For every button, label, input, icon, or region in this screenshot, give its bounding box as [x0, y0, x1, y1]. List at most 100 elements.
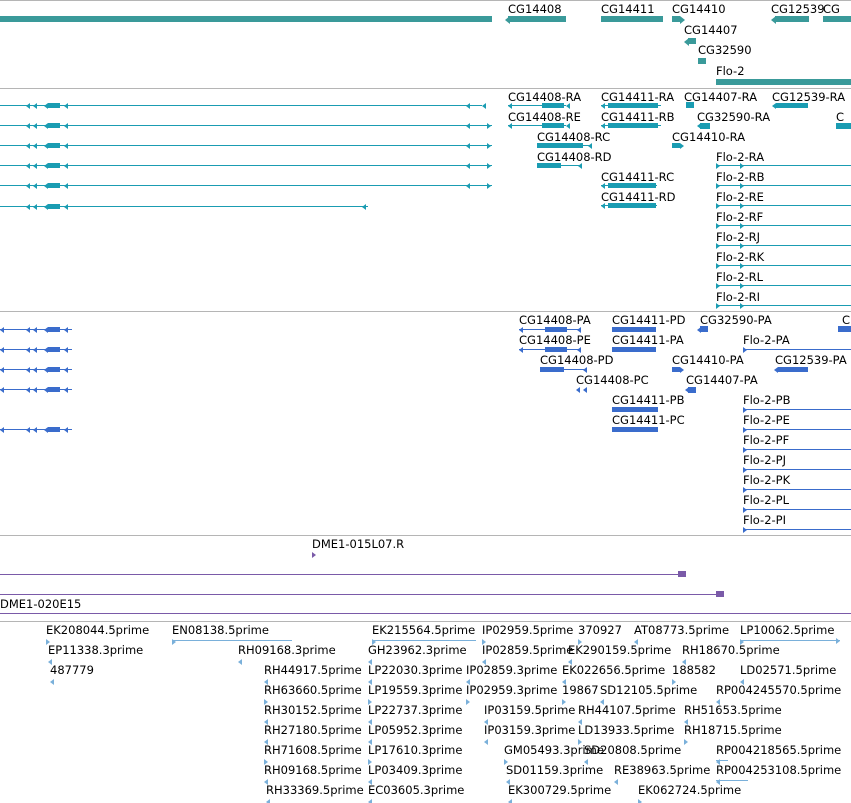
feature-intron-line[interactable] — [716, 205, 851, 206]
est-label[interactable]: LD02571.5prime — [740, 663, 836, 677]
protein-label[interactable]: CG14408-PC — [576, 373, 649, 387]
exon-bar[interactable] — [612, 407, 658, 412]
exon-bar[interactable] — [672, 367, 680, 372]
est-label[interactable]: 19867 — [562, 683, 599, 697]
est-label[interactable]: LP19559.3prime — [368, 683, 462, 697]
transcript-label[interactable]: CG14408-RC — [537, 130, 610, 144]
feature-intron-line[interactable] — [743, 349, 851, 350]
est-label[interactable]: RP004245570.5prime — [716, 683, 841, 697]
est-label[interactable]: RH27180.5prime — [264, 723, 362, 737]
protein-label[interactable]: C — [842, 313, 850, 327]
exon-bar[interactable] — [48, 347, 60, 352]
feature-intron-line[interactable] — [743, 429, 851, 430]
feature-intron-line[interactable] — [0, 165, 492, 166]
transcript-label[interactable]: CG12539-RA — [772, 90, 845, 104]
est-label[interactable]: EN08138.5prime — [172, 623, 269, 637]
feature-intron-line[interactable] — [601, 205, 657, 206]
est-label[interactable]: 370927 — [578, 623, 622, 637]
feature-intron-line[interactable] — [0, 594, 720, 595]
feature-intron-line[interactable] — [743, 409, 851, 410]
est-label[interactable]: 487779 — [50, 663, 94, 677]
est-label[interactable]: EC03605.3prime — [368, 783, 464, 797]
est-label[interactable]: RP004253108.5prime — [716, 763, 841, 777]
est-label[interactable]: IP02959.5prime — [482, 623, 573, 637]
transcript-label[interactable]: CG14408-RD — [537, 150, 612, 164]
exon-bar[interactable] — [48, 327, 60, 332]
gene-bar[interactable] — [823, 16, 851, 22]
est-label[interactable]: RH09168.5prime — [264, 763, 362, 777]
feature-intron-line[interactable] — [743, 509, 851, 510]
transcript-label[interactable]: CG14411-RB — [601, 110, 675, 124]
feature-intron-line[interactable] — [716, 285, 851, 286]
protein-label[interactable]: CG14408-PA — [519, 313, 591, 327]
est-label[interactable]: IP03159.5prime — [484, 703, 575, 717]
gene-bar[interactable] — [698, 58, 706, 64]
transcript-label[interactable]: Flo-2-RK — [716, 250, 764, 264]
feature-intron-line[interactable] — [0, 105, 482, 106]
transcript-label[interactable]: CG32590-RA — [697, 110, 770, 124]
est-label[interactable]: RH09168.3prime — [238, 643, 336, 657]
feature-intron-line[interactable] — [601, 125, 661, 126]
exon-bar[interactable] — [545, 347, 567, 352]
transcript-label[interactable]: CG14407-RA — [684, 90, 757, 104]
protein-label[interactable]: CG14411-PB — [612, 393, 685, 407]
protein-label[interactable]: Flo-2-PB — [743, 393, 791, 407]
transcript-label[interactable]: Flo-2-RJ — [716, 230, 760, 244]
feature-intron-line[interactable] — [0, 185, 492, 186]
exon-bar[interactable] — [48, 387, 60, 392]
feature-intron-line[interactable] — [740, 640, 840, 641]
est-label[interactable]: RE38963.5prime — [614, 763, 710, 777]
est-label[interactable]: LP22737.3prime — [368, 703, 462, 717]
est-label[interactable]: IP02959.3prime — [466, 683, 557, 697]
est-label[interactable]: LP22030.3prime — [368, 663, 462, 677]
gene-bar[interactable] — [0, 16, 492, 22]
gene-bar[interactable] — [672, 16, 680, 22]
feature-intron-line[interactable] — [716, 185, 851, 186]
protein-label[interactable]: Flo-2-PF — [743, 433, 789, 447]
est-label[interactable]: RH33369.5prime — [266, 783, 364, 797]
est-label[interactable]: LP17610.3prime — [368, 743, 462, 757]
transcript-label[interactable]: Flo-2-RL — [716, 270, 763, 284]
est-label[interactable]: RH71608.5prime — [264, 743, 362, 757]
feature-intron-line[interactable] — [743, 489, 851, 490]
est-label[interactable]: EK290159.5prime — [568, 643, 671, 657]
transcript-label[interactable]: C — [836, 110, 844, 124]
exon-bar[interactable] — [48, 163, 60, 168]
est-label[interactable]: EK062724.5prime — [638, 783, 741, 797]
gene-bar[interactable] — [775, 16, 809, 22]
est-label[interactable]: SD01159.3prime — [506, 763, 603, 777]
est-label[interactable]: LP05952.3prime — [368, 723, 462, 737]
protein-label[interactable]: CG14408-PE — [519, 333, 591, 347]
protein-label[interactable]: CG14411-PA — [612, 333, 684, 347]
transcript-label[interactable]: CG14410-RA — [672, 130, 745, 144]
gene-bar[interactable] — [716, 79, 851, 85]
est-label[interactable]: RH18670.5prime — [682, 643, 780, 657]
clone-label[interactable]: DME1-015L07.R — [312, 537, 404, 551]
est-label[interactable]: EK300729.5prime — [508, 783, 611, 797]
feature-intron-line[interactable] — [716, 265, 851, 266]
protein-label[interactable]: CG14408-PD — [540, 353, 613, 367]
est-label[interactable]: SD12105.5prime — [600, 683, 697, 697]
protein-label[interactable]: CG14411-PC — [612, 413, 685, 427]
gene-label[interactable]: CG14410 — [672, 2, 726, 16]
est-label[interactable]: IP03159.3prime — [484, 723, 575, 737]
est-label[interactable]: RH51653.5prime — [684, 703, 782, 717]
gene-label[interactable]: CG — [823, 2, 840, 16]
transcript-label[interactable]: CG14411-RC — [601, 170, 674, 184]
protein-label[interactable]: CG14410-PA — [672, 353, 744, 367]
est-label[interactable]: EP11338.3prime — [48, 643, 143, 657]
protein-label[interactable]: Flo-2-PA — [743, 333, 790, 347]
feature-intron-line[interactable] — [372, 640, 476, 641]
exon-bar[interactable] — [540, 367, 564, 372]
est-label[interactable]: 188582 — [672, 663, 716, 677]
exon-bar[interactable] — [48, 123, 60, 128]
exon-bar[interactable] — [612, 327, 656, 332]
clone-bar[interactable] — [716, 591, 724, 597]
feature-intron-line[interactable] — [716, 225, 851, 226]
protein-label[interactable]: Flo-2-PL — [743, 493, 789, 507]
gene-bar[interactable] — [508, 16, 566, 22]
est-label[interactable]: IP02859.3prime — [466, 663, 557, 677]
feature-intron-line[interactable] — [743, 469, 851, 470]
exon-bar[interactable] — [612, 427, 658, 432]
est-label[interactable]: RH63660.5prime — [264, 683, 362, 697]
